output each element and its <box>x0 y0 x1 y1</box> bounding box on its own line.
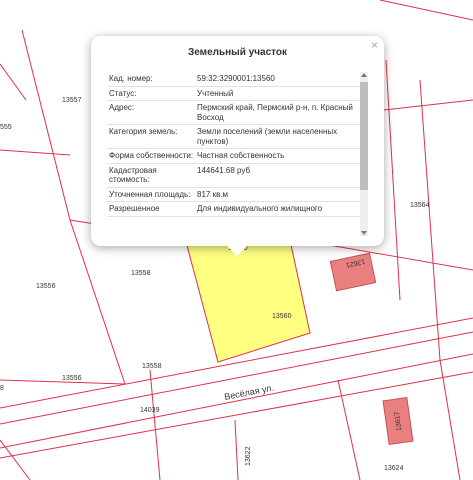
building-parcel[interactable] <box>329 252 377 292</box>
selected-parcel[interactable] <box>184 237 311 363</box>
parcel-boundary <box>439 359 461 480</box>
parcel-boundary <box>0 439 31 480</box>
property-row: Разрешенное Для индивидуального жилищного <box>107 202 362 217</box>
parcel-boundary <box>0 63 27 101</box>
parcel-boundary <box>149 369 161 480</box>
parcel-label: 14039 <box>140 407 160 414</box>
parcel-boundary <box>0 149 71 156</box>
property-key: Категория земель: <box>109 127 178 136</box>
property-row: Категория земель: Земли поселений (земли … <box>107 125 362 149</box>
parcel-label: 13556 <box>36 283 56 290</box>
property-value: Учтенный <box>197 88 234 98</box>
property-row: Кад. номер: 59:32:3290001:13560 <box>107 72 362 87</box>
street-label: Весёлая ул. <box>223 383 274 402</box>
property-key: Кадастровая стоимость: <box>109 165 157 185</box>
property-key: Адрес: <box>109 103 135 112</box>
property-value: Пермский край, Пермский р-н, п. Красный … <box>197 103 353 122</box>
property-value: Частная собственность <box>197 151 285 160</box>
parcel-label: 13558 <box>131 270 151 277</box>
property-key: Разрешенное <box>109 204 160 213</box>
property-row: Статус: Учтенный <box>107 87 362 101</box>
property-key: Статус: <box>109 88 137 98</box>
scroll-up-arrow-icon[interactable] <box>361 73 367 77</box>
parcel-info-popup: Земельный участок × Кад. номер: 59:32:329… <box>91 36 384 256</box>
property-key: Кад. номер: <box>109 74 153 83</box>
parcel-label: 13624 <box>384 465 404 472</box>
parcel-boundary <box>21 29 71 221</box>
property-value: 144641.68 руб <box>197 165 251 175</box>
parcel-label: 13558 <box>142 363 162 370</box>
parcel-label: 555 <box>0 124 12 131</box>
parcel-label: 8 <box>0 385 4 392</box>
popup-title: Земельный участок <box>187 47 288 58</box>
property-value: 817 кв.м <box>197 189 229 199</box>
property-key: Уточненная площадь: <box>109 189 191 199</box>
parcel-boundary <box>385 59 401 301</box>
scrollbar[interactable] <box>360 72 368 236</box>
popup-properties-table: Кад. номер: 59:32:3290001:13560 Статус: Учт… <box>107 72 362 236</box>
close-icon[interactable]: × <box>371 38 378 52</box>
scroll-down-arrow-icon[interactable] <box>361 231 367 235</box>
parcel-boundary <box>383 99 473 111</box>
parcel-label: 13564 <box>410 202 430 209</box>
property-row: Форма собственности: Частная собственност… <box>107 149 362 164</box>
property-row: Уточненная площадь: 817 кв.м <box>107 188 362 202</box>
parcel-label: 13622 <box>245 446 252 466</box>
property-value: Для индивидуального жилищного <box>197 204 323 213</box>
parcel-boundary <box>379 0 473 21</box>
property-row: Кадастровая стоимость: 144641.68 руб <box>107 164 362 188</box>
parcel-boundary <box>419 79 441 361</box>
parcel-label: 13560 <box>272 313 292 320</box>
parcel-label: 13556 <box>62 375 82 382</box>
property-value: Земли поселений (земли населенных пункто… <box>197 127 338 146</box>
property-row: Адрес: Пермский край, Пермский р-н, п. Кр… <box>107 101 362 125</box>
parcel-label: 13557 <box>62 97 82 104</box>
parcel-boundary <box>234 419 239 480</box>
property-value: 59:32:3290001:13560 <box>197 74 275 83</box>
property-key: Форма собственности: <box>109 151 194 160</box>
scrollbar-thumb[interactable] <box>360 82 368 190</box>
